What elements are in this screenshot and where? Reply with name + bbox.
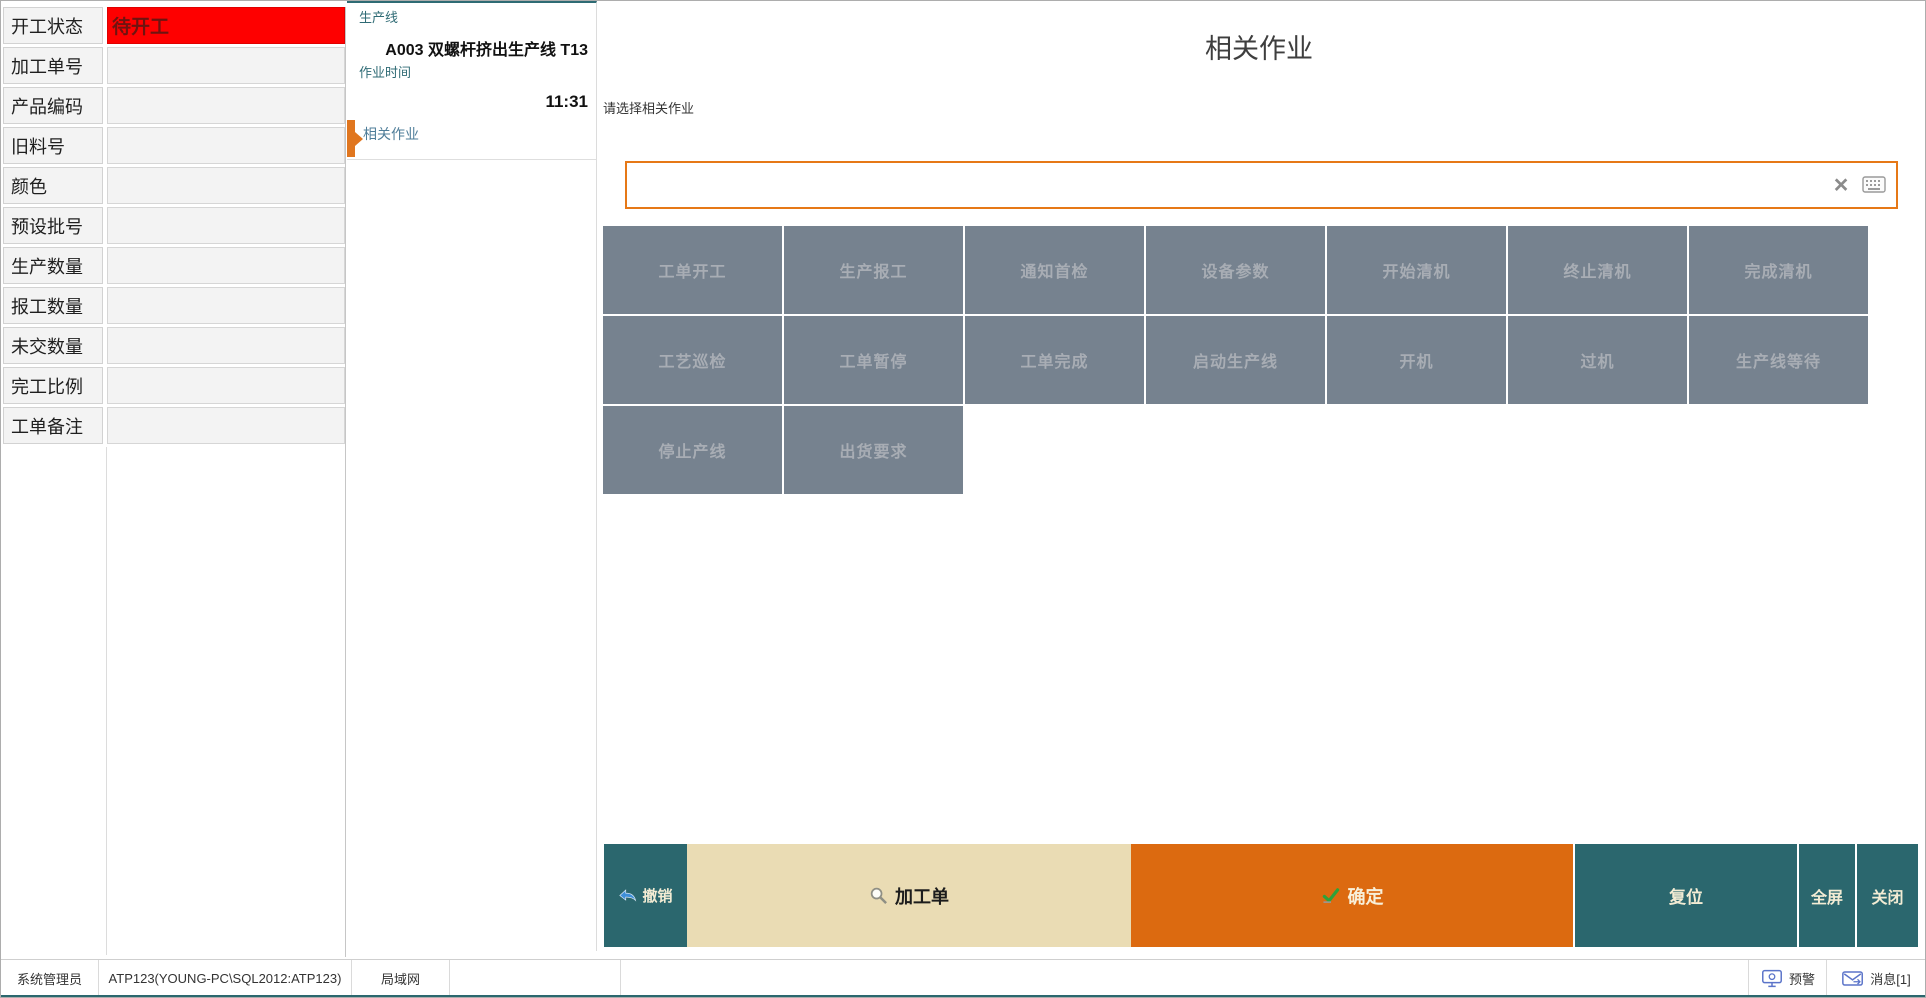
related-jobs-grid: 工单开工 生产报工 通知首检 设备参数 开始清机 终止清机 完成清机 工艺巡检 … xyxy=(603,226,1873,494)
action-button[interactable]: 完成清机 xyxy=(1689,226,1868,314)
action-button[interactable]: 工单完成 xyxy=(965,316,1144,404)
confirm-label: 确定 xyxy=(1348,883,1384,909)
action-button[interactable]: 开始清机 xyxy=(1327,226,1506,314)
info-row: 工单备注 xyxy=(3,407,345,444)
time-value: 11:31 xyxy=(545,92,588,112)
action-button[interactable]: 过机 xyxy=(1508,316,1687,404)
status-messages[interactable]: 消息[1] xyxy=(1827,960,1925,997)
worksheet-button[interactable]: 加工单 xyxy=(687,844,1131,947)
time-section-label: 作业时间 xyxy=(359,62,411,81)
info-label: 未交数量 xyxy=(3,327,103,364)
status-alert[interactable]: 预警 xyxy=(1749,960,1827,997)
job-search-input[interactable] xyxy=(631,165,1804,205)
info-label: 颜色 xyxy=(3,167,103,204)
action-button[interactable]: 终止清机 xyxy=(1508,226,1687,314)
selected-marker-icon xyxy=(347,120,355,157)
check-icon xyxy=(1321,887,1341,904)
status-connection: ATP123(YOUNG-PC\SQL2012:ATP123) xyxy=(99,960,352,997)
action-button[interactable]: 开机 xyxy=(1327,316,1506,404)
info-label: 加工单号 xyxy=(3,47,103,84)
nav-item-related-jobs[interactable]: 相关作业 xyxy=(347,118,596,159)
info-value xyxy=(107,167,345,204)
keyboard-icon[interactable] xyxy=(1862,176,1886,193)
info-label: 工单备注 xyxy=(3,407,103,444)
info-label: 报工数量 xyxy=(3,287,103,324)
info-value xyxy=(107,127,345,164)
action-button[interactable]: 工单暂停 xyxy=(784,316,963,404)
panel-divider xyxy=(347,159,596,160)
info-label: 开工状态 xyxy=(3,7,103,44)
fullscreen-label: 全屏 xyxy=(1811,884,1843,908)
info-row: 开工状态 待开工 xyxy=(3,7,345,44)
fullscreen-button[interactable]: 全屏 xyxy=(1799,844,1855,947)
info-row: 加工单号 xyxy=(3,47,345,84)
worksheet-label: 加工单 xyxy=(895,883,949,909)
search-doc-icon xyxy=(869,886,888,905)
info-value xyxy=(107,327,345,364)
close-button[interactable]: 关闭 xyxy=(1857,844,1918,947)
production-line-panel: 生产线 A003 双螺杆挤出生产线 T13 作业时间 11:31 相关作业 xyxy=(347,1,597,951)
action-button[interactable]: 出货要求 xyxy=(784,406,963,494)
status-spacer xyxy=(450,960,621,997)
info-value xyxy=(107,87,345,124)
info-row: 产品编码 xyxy=(3,87,345,124)
reset-button[interactable]: 复位 xyxy=(1575,844,1797,947)
messages-label: 消息[1] xyxy=(1870,969,1910,988)
action-button[interactable]: 工艺巡检 xyxy=(603,316,782,404)
info-label: 产品编码 xyxy=(3,87,103,124)
action-button[interactable]: 生产报工 xyxy=(784,226,963,314)
info-value: 待开工 xyxy=(107,7,345,44)
status-bar: 系统管理员 ATP123(YOUNG-PC\SQL2012:ATP123) 局域… xyxy=(1,959,1925,997)
nav-item-label: 相关作业 xyxy=(363,124,419,144)
status-network: 局域网 xyxy=(352,960,450,997)
info-row: 生产数量 xyxy=(3,247,345,284)
info-label: 预设批号 xyxy=(3,207,103,244)
reset-label: 复位 xyxy=(1669,883,1703,908)
info-label: 生产数量 xyxy=(3,247,103,284)
status-user: 系统管理员 xyxy=(1,960,99,997)
info-row: 预设批号 xyxy=(3,207,345,244)
undo-icon xyxy=(618,888,638,903)
status-spacer xyxy=(621,960,1749,997)
app-window: 开工状态 待开工 加工单号 产品编码 旧料号 颜色 xyxy=(0,0,1926,998)
info-value xyxy=(107,367,345,404)
info-row: 未交数量 xyxy=(3,327,345,364)
action-button[interactable]: 生产线等待 xyxy=(1689,316,1868,404)
action-button[interactable]: 启动生产线 xyxy=(1146,316,1325,404)
info-label: 完工比例 xyxy=(3,367,103,404)
clear-icon[interactable]: × xyxy=(1828,170,1854,200)
action-button[interactable]: 通知首检 xyxy=(965,226,1144,314)
action-button[interactable]: 设备参数 xyxy=(1146,226,1325,314)
job-search-box: × xyxy=(625,161,1898,209)
message-envelope-icon xyxy=(1841,969,1865,988)
line-value: A003 双螺杆挤出生产线 T13 xyxy=(385,36,588,60)
undo-label: 撤销 xyxy=(642,885,672,906)
info-row: 旧料号 xyxy=(3,127,345,164)
info-row: 完工比例 xyxy=(3,367,345,404)
info-value xyxy=(107,287,345,324)
info-row: 颜色 xyxy=(3,167,345,204)
sidebar-filler xyxy=(3,447,107,955)
confirm-button[interactable]: 确定 xyxy=(1131,844,1573,947)
alert-label: 预警 xyxy=(1789,969,1815,988)
selection-prompt: 请选择相关作业 xyxy=(603,98,694,117)
info-label: 旧料号 xyxy=(3,127,103,164)
window-bottom-edge xyxy=(1,995,1925,997)
line-section-label: 生产线 xyxy=(359,7,398,26)
action-button[interactable]: 工单开工 xyxy=(603,226,782,314)
info-value xyxy=(107,207,345,244)
close-label: 关闭 xyxy=(1871,884,1903,908)
info-value xyxy=(107,247,345,284)
alert-monitor-icon xyxy=(1760,969,1784,988)
info-value xyxy=(107,47,345,84)
info-value xyxy=(107,407,345,444)
undo-button[interactable]: 撤销 xyxy=(604,844,687,947)
action-button[interactable]: 停止产线 xyxy=(603,406,782,494)
page-title: 相关作业 xyxy=(601,27,1917,66)
info-row: 报工数量 xyxy=(3,287,345,324)
